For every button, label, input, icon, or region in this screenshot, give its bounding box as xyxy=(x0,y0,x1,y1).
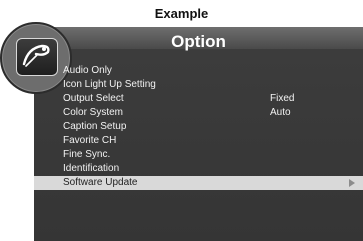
menu-item-label: Output Select xyxy=(63,93,124,104)
menu-item-fine-sync[interactable]: Fine Sync. xyxy=(34,148,363,162)
menu-item-value: Auto xyxy=(270,107,291,118)
menu-item-label: Caption Setup xyxy=(63,121,127,132)
menu-item-icon-light-up-setting[interactable]: Icon Light Up Setting xyxy=(34,78,363,92)
menu-title: Option xyxy=(171,32,226,51)
menu-item-identification[interactable]: Identification xyxy=(34,162,363,176)
menu-item-software-update[interactable]: Software Update xyxy=(34,176,363,190)
menu-item-label: Identification xyxy=(63,163,120,174)
menu-item-output-select[interactable]: Output Select Fixed xyxy=(34,92,363,106)
option-menu: Audio Only Icon Light Up Setting Output … xyxy=(34,64,363,190)
menu-item-label: Icon Light Up Setting xyxy=(63,79,156,90)
chevron-right-icon xyxy=(349,179,355,187)
menu-item-caption-setup[interactable]: Caption Setup xyxy=(34,120,363,134)
menu-item-favorite-ch[interactable]: Favorite CH xyxy=(34,134,363,148)
menu-item-audio-only[interactable]: Audio Only xyxy=(34,64,363,78)
menu-item-label: Fine Sync. xyxy=(63,149,111,160)
menu-item-label: Favorite CH xyxy=(63,135,117,146)
menu-item-label: Color System xyxy=(63,107,124,118)
menu-item-label: Software Update xyxy=(63,177,138,188)
page-caption: Example xyxy=(154,6,209,21)
menu-item-value: Fixed xyxy=(270,93,295,104)
menu-item-color-system[interactable]: Color System Auto xyxy=(34,106,363,120)
menu-item-label: Audio Only xyxy=(63,65,112,76)
